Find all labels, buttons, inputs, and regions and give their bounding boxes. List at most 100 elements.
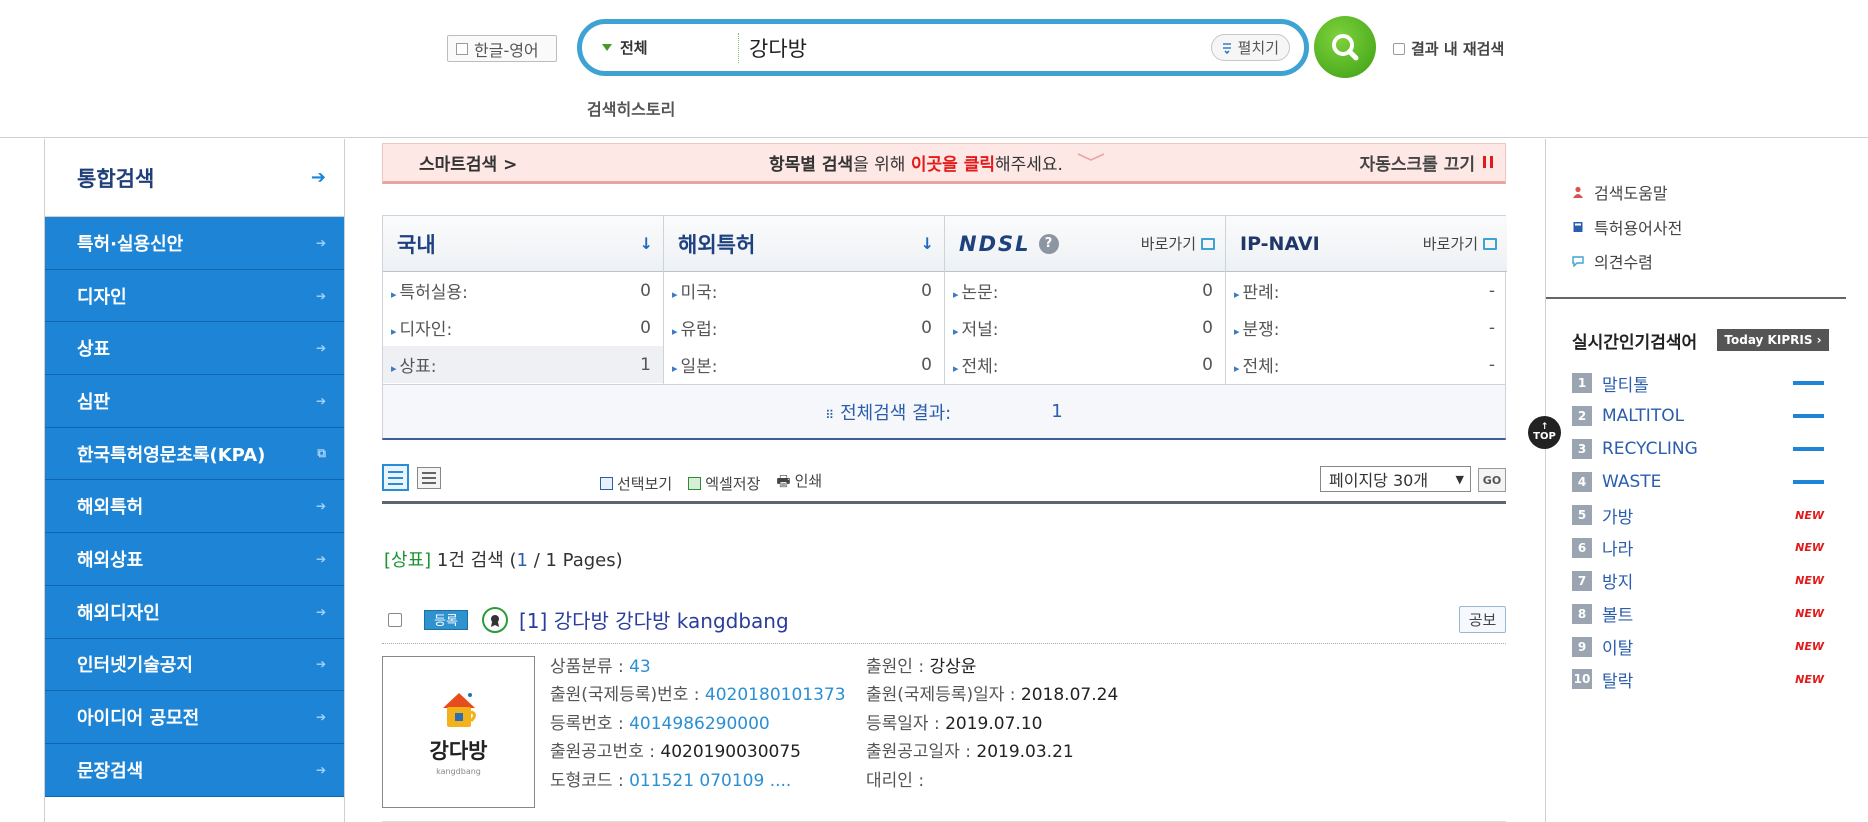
popular-item[interactable]: 1 말티톨 <box>1572 367 1832 400</box>
today-kipris-button[interactable]: Today KIPRIS › <box>1717 329 1829 351</box>
ndsl-column: NDSL ? 바로가기 논문: 0 저널: 0 전체: 0 <box>945 216 1226 384</box>
print-action[interactable]: 🖶 인쇄 <box>776 470 822 496</box>
realtime-popular-title: 실시간인기검색어 <box>1572 333 1698 353</box>
sidebar-item-internet-tech[interactable]: 인터넷기술공지 ➔ <box>45 638 344 692</box>
sidebar-item-overseas-trademark[interactable]: 해외상표 ➔ <box>45 533 344 586</box>
go-button[interactable]: GO <box>1478 468 1506 492</box>
scroll-top-button[interactable]: ↑ TOP <box>1528 416 1561 449</box>
feedback-link[interactable]: 의견수렴 <box>1572 244 1682 279</box>
detail-view-button[interactable] <box>382 464 409 491</box>
popular-term[interactable]: 탈락 <box>1602 667 1795 692</box>
count-row[interactable]: 저널: 0 <box>945 309 1225 346</box>
count-row[interactable]: 일본: 0 <box>664 346 944 383</box>
popular-item[interactable]: 8 볼트 NEW <box>1572 597 1832 630</box>
search-input[interactable] <box>749 29 1209 66</box>
count-row[interactable]: 유럽: 0 <box>664 309 944 346</box>
sidebar-item-integrated-search[interactable]: 통합검색 ➔ <box>45 139 344 217</box>
patent-dictionary-link[interactable]: 특허용어사전 <box>1572 210 1682 245</box>
domestic-header[interactable]: 국내 ↓ <box>383 216 663 272</box>
sidebar-item-overseas-patent[interactable]: 해외특허 ➔ <box>45 480 344 534</box>
excel-label: 엑셀저장 <box>705 474 761 493</box>
smart-search-message[interactable]: 항목별 검색을 위해 이곳을 클릭해주세요. <box>769 150 1106 175</box>
overseas-header[interactable]: 해외특허 ↓ <box>664 216 944 272</box>
left-sidebar: 통합검색 ➔ 특허·실용신안 ➔ 디자인 ➔ 상표 ➔ 심판 ➔ 한국특허영문초록(KP… <box>44 139 345 822</box>
popular-term[interactable]: 말티톨 <box>1602 371 1793 396</box>
research-within-results-checkbox[interactable]: 결과 내 재검색 <box>1393 38 1504 59</box>
popular-item[interactable]: 10 탈락 NEW <box>1572 663 1832 696</box>
detail-value[interactable]: 4020180101373 <box>705 685 846 705</box>
result-select-checkbox[interactable] <box>388 612 402 627</box>
smart-search-label[interactable]: 스마트검색 > <box>419 150 517 175</box>
rank-badge: 6 <box>1572 537 1592 558</box>
lang-toggle-checkbox[interactable]: 한글-영어 <box>447 35 557 62</box>
popular-item[interactable]: 3 RECYCLING <box>1572 433 1832 466</box>
per-page-select[interactable]: 페이지당 30개 ▼ <box>1320 466 1471 492</box>
detail-value[interactable]: 011521 070109 .... <box>629 771 791 791</box>
smart-search-bar[interactable]: 스마트검색 > 항목별 검색을 위해 이곳을 클릭해주세요. 자동스크롤 끄기 <box>382 143 1506 184</box>
result-counts-table: 국내 ↓ 특허실용: 0 디자인: 0 상표: 1 해외특허 ↓ 미국: 0 유럽: 0 … <box>382 215 1507 440</box>
sidebar-item-sentence-search[interactable]: 문장검색 ➔ <box>45 743 344 797</box>
detail-value[interactable]: 43 <box>629 657 651 677</box>
count-row[interactable]: 논문: 0 <box>945 272 1225 309</box>
search-history-link[interactable]: 검색히스토리 <box>587 96 675 120</box>
popular-item[interactable]: 4 WASTE <box>1572 466 1832 499</box>
sidebar-item-trial[interactable]: 심판 ➔ <box>45 375 344 428</box>
arrow-right-icon: ➔ <box>315 710 326 725</box>
search-scope-dropdown[interactable]: 전체 <box>582 32 739 63</box>
auto-scroll-toggle[interactable]: 자동스크롤 끄기 <box>1360 150 1475 175</box>
search-button[interactable] <box>1314 16 1376 78</box>
sidebar-item-overseas-design[interactable]: 해외디자인 ➔ <box>45 585 344 639</box>
select-view-action[interactable]: 선택보기 <box>600 473 672 494</box>
popular-term[interactable]: 이탈 <box>1602 634 1795 659</box>
count-row[interactable]: 전체: 0 <box>945 346 1225 383</box>
count-row[interactable]: 분쟁: - <box>1226 309 1507 346</box>
search-help-link[interactable]: 검색도움말 <box>1572 175 1682 210</box>
count-row[interactable]: 판례: - <box>1226 272 1507 309</box>
count-label: 디자인: <box>391 315 453 340</box>
sidebar-item-trademark[interactable]: 상표 ➔ <box>45 322 344 376</box>
popular-item[interactable]: 6 나라 NEW <box>1572 531 1832 564</box>
detail-label: 등록번호 : <box>550 713 630 734</box>
sidebar-item-idea-contest[interactable]: 아이디어 공모전 ➔ <box>45 691 344 744</box>
result-title-link[interactable]: [1] 강다방 강다방 kangdbang <box>519 605 789 634</box>
smart-msg-end: 해주세요. <box>994 155 1063 175</box>
detail-reg-no: 등록번호 : 4014986290000 <box>550 710 846 738</box>
popular-term[interactable]: 나라 <box>1602 535 1795 560</box>
popular-term[interactable]: 방지 <box>1602 568 1795 593</box>
count-row[interactable]: 상표: 1 <box>383 346 663 383</box>
domestic-column: 국내 ↓ 특허실용: 0 디자인: 0 상표: 1 <box>383 216 664 384</box>
sidebar-item-design[interactable]: 디자인 ➔ <box>45 269 344 323</box>
sidebar-item-kpa[interactable]: 한국특허영문초록(KPA) ⧉ <box>45 427 344 481</box>
simple-view-button[interactable] <box>417 467 441 489</box>
popular-term[interactable]: 볼트 <box>1602 601 1795 626</box>
popular-term[interactable]: WASTE <box>1602 472 1793 492</box>
popular-term[interactable]: RECYCLING <box>1602 439 1793 459</box>
excel-save-action[interactable]: 엑셀저장 <box>688 473 760 494</box>
count-row[interactable]: 디자인: 0 <box>383 309 663 346</box>
ndsl-go-link[interactable]: 바로가기 <box>1141 233 1215 254</box>
sidebar-item-label: 특허·실용신안 <box>77 233 184 255</box>
popular-item[interactable]: 2 MALTITOL <box>1572 400 1832 433</box>
count-row[interactable]: 미국: 0 <box>664 272 944 309</box>
popular-item[interactable]: 5 가방 NEW <box>1572 499 1832 532</box>
trademark-thumbnail[interactable]: 강다방 kangdbang <box>382 656 535 808</box>
pause-icon[interactable] <box>1483 156 1493 168</box>
popular-item[interactable]: 9 이탈 NEW <box>1572 630 1832 663</box>
smart-msg-bold: 항목별 검색 <box>769 155 854 175</box>
sidebar-item-patent[interactable]: 특허·실용신안 ➔ <box>45 217 344 270</box>
arrow-right-icon: ➔ <box>310 167 326 188</box>
detail-applicant: 출원인 : 강상윤 <box>866 653 1118 681</box>
help-icon[interactable]: ? <box>1038 233 1059 254</box>
count-value: 0 <box>921 317 932 338</box>
expand-button[interactable]: 펼치기 <box>1210 34 1290 61</box>
popular-term[interactable]: MALTITOL <box>1602 406 1793 426</box>
gazette-button[interactable]: 공보 <box>1459 606 1506 633</box>
detail-value[interactable]: 4014986290000 <box>629 714 770 734</box>
popular-item[interactable]: 7 방지 NEW <box>1572 564 1832 597</box>
count-row[interactable]: 전체: - <box>1226 346 1507 383</box>
ipnavi-go-link[interactable]: 바로가기 <box>1423 233 1497 254</box>
toolbar-actions: 선택보기 엑셀저장 🖶 인쇄 <box>600 470 822 496</box>
popular-term[interactable]: 가방 <box>1602 503 1795 528</box>
list-line <box>422 482 436 484</box>
count-row[interactable]: 특허실용: 0 <box>383 272 663 309</box>
